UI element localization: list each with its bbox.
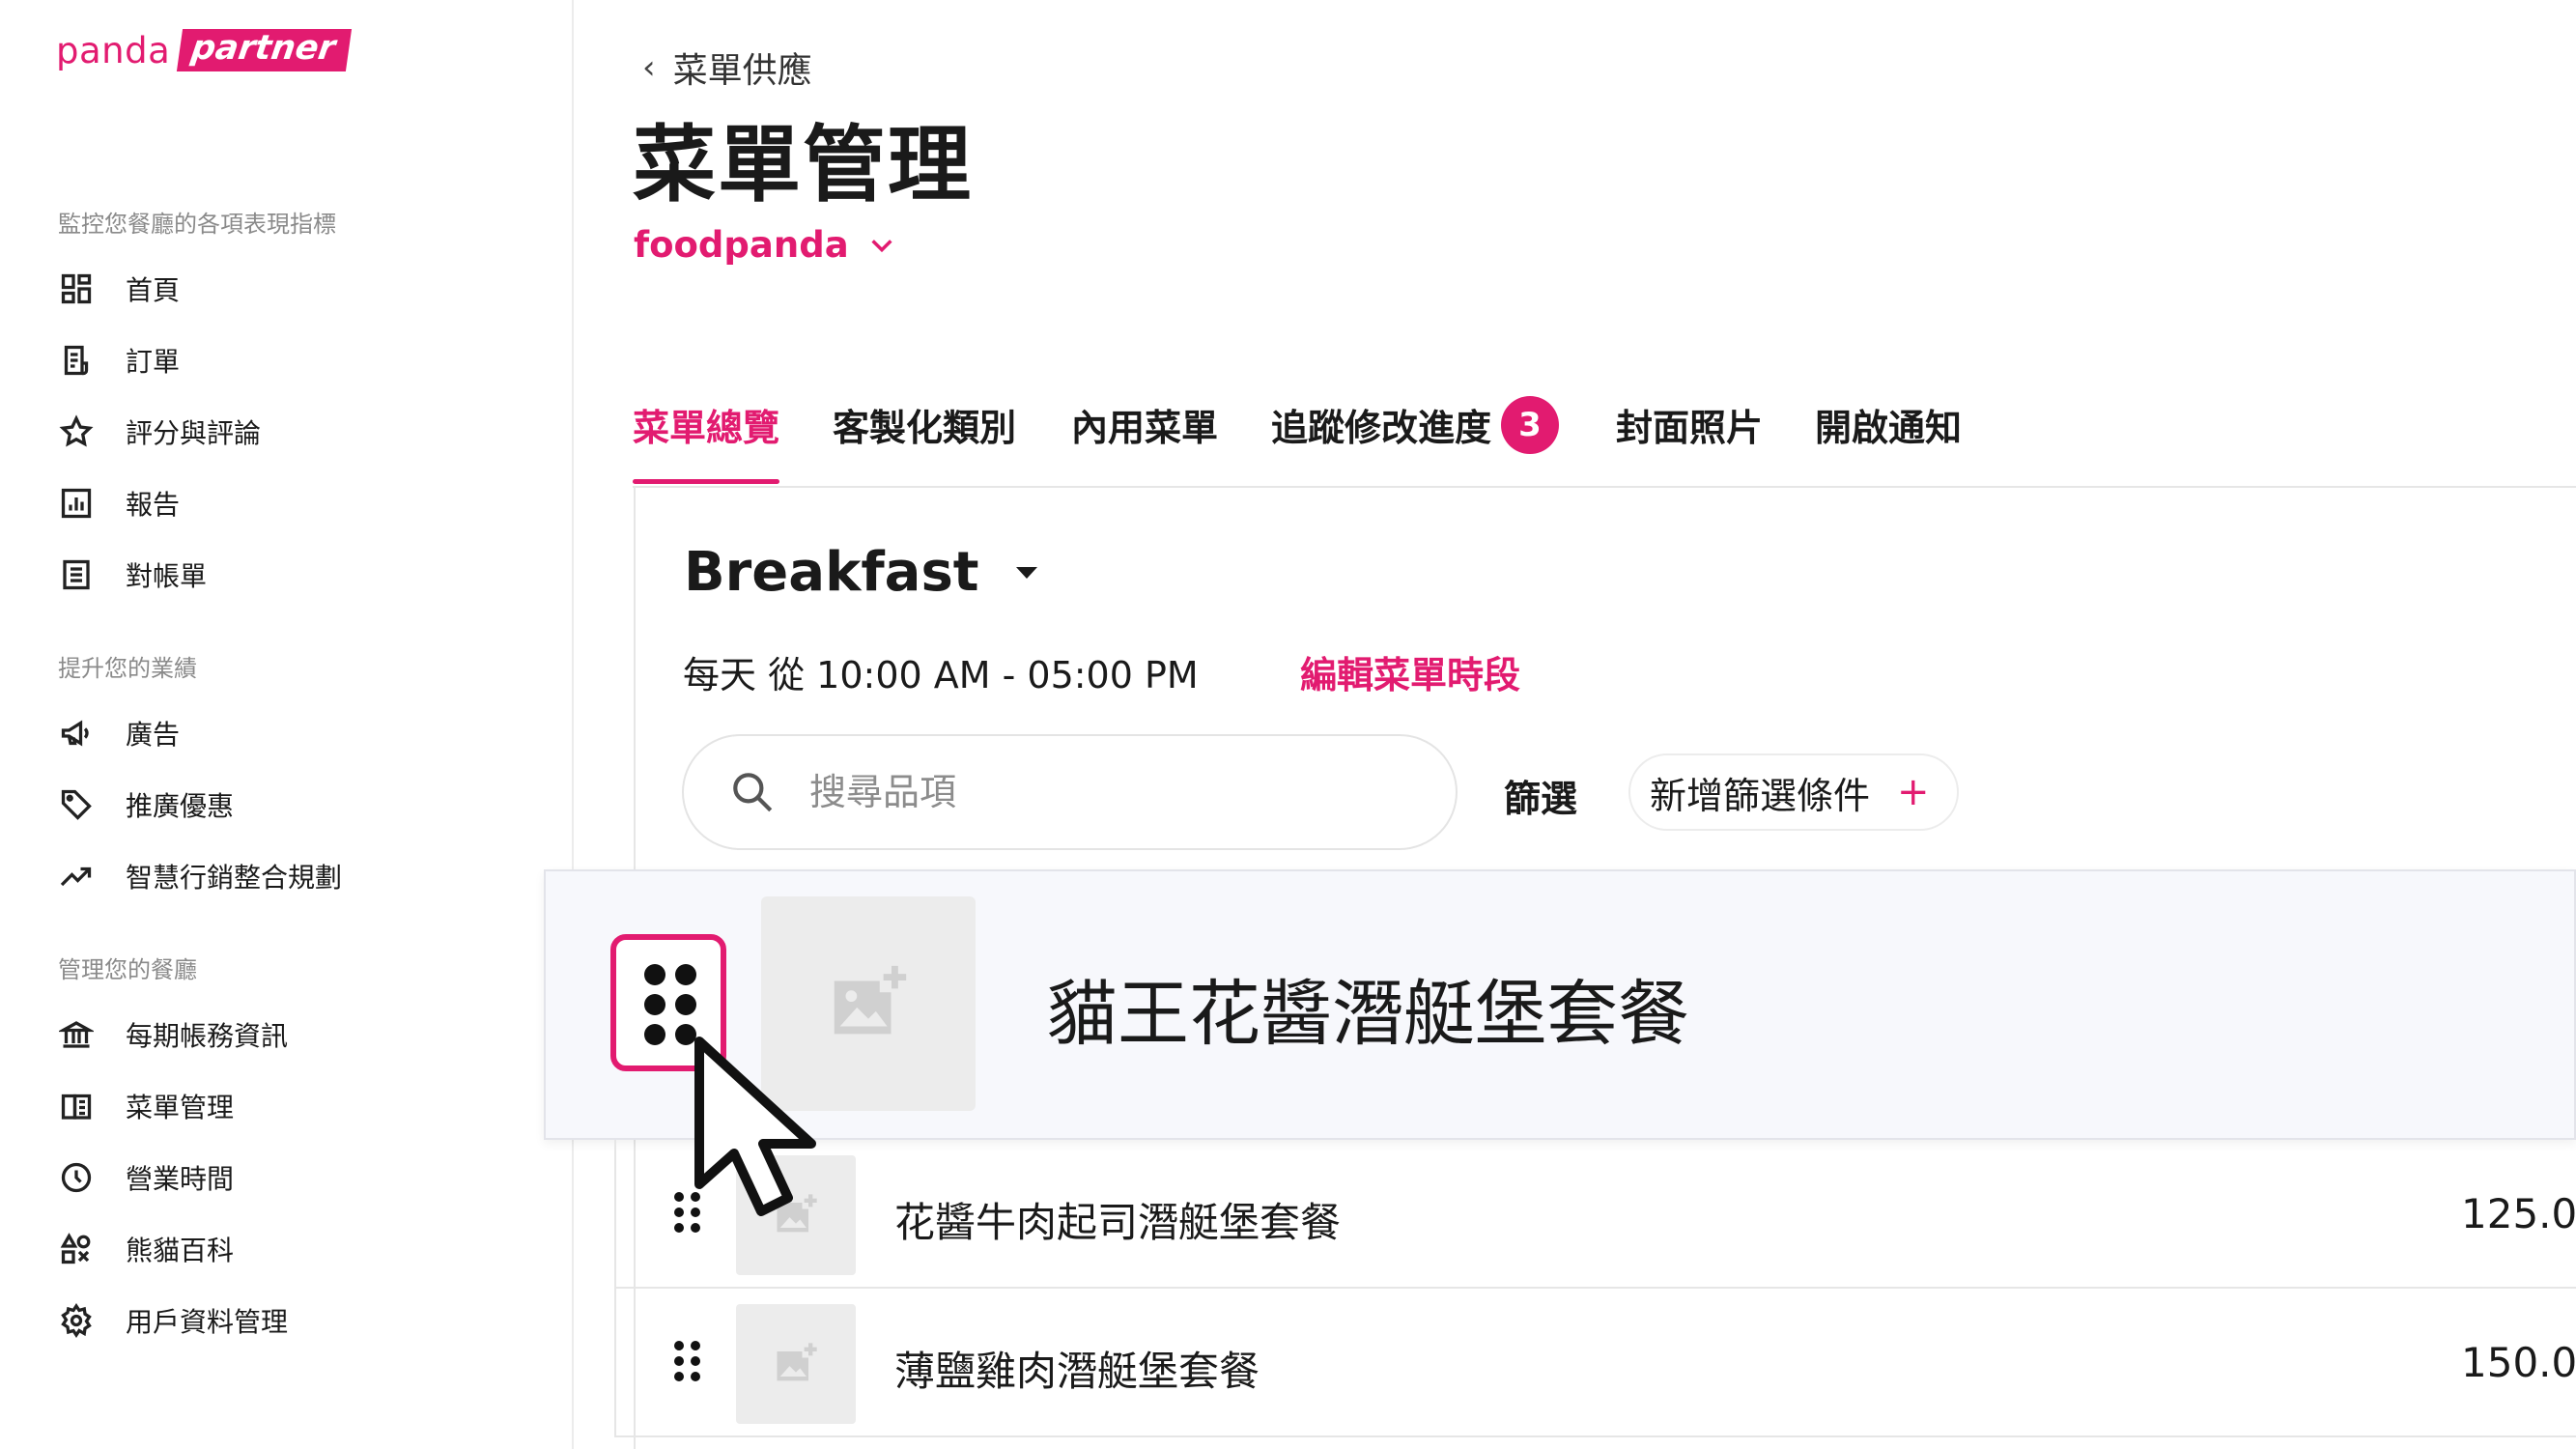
chevron-down-icon [871,239,892,252]
caret-down-icon [1015,566,1037,579]
tab-dine-in-menu[interactable]: 內用菜單 [1071,398,1218,481]
tab-notifications[interactable]: 開啟通知 [1815,398,1962,481]
megaphone-icon [56,713,97,753]
sidebar-section-title: 提升您的業績 [58,655,197,682]
sidebar-item-label: 對帳單 [126,560,208,592]
sidebar-item-label: 營業時間 [126,1163,235,1195]
menu-selector[interactable]: Breakfast [684,541,1037,604]
gear-icon [56,1300,97,1341]
sidebar-item-smart-marketing[interactable]: 智慧行銷整合規劃 [56,852,520,900]
shapes-icon [56,1229,97,1269]
brand-name: panda [56,29,171,71]
tab-track-changes[interactable]: 追蹤修改進度 3 [1271,395,1560,481]
item-price: 150.00 [2461,1339,2576,1386]
sidebar: panda partner 監控您餐廳的各項表現指標 首頁 訂單 評分與評論 報… [0,0,574,1449]
item-name: 薄鹽雞肉潛艇堡套餐 [894,1348,1260,1395]
plus-icon: + [1897,770,1930,814]
tag-icon [56,784,97,825]
brand-tag: partner [177,29,352,71]
menu-hours: 每天 從 10:00 AM - 05:00 PM [683,654,1199,696]
document-icon [56,554,97,595]
sidebar-item-label: 熊貓百科 [126,1235,235,1266]
sidebar-item-statements[interactable]: 對帳單 [56,551,520,599]
add-image-icon [777,1343,817,1381]
item-name: 花醬牛肉起司潛艇堡套餐 [894,1199,1342,1246]
sidebar-item-label: 評分與評論 [126,417,262,449]
table-row[interactable]: 薄鹽雞肉潛艇堡套餐 150.00 [614,1289,2576,1437]
menu-name: Breakfast [684,541,979,604]
search-input[interactable] [809,771,1389,813]
sidebar-item-reports[interactable]: 報告 [56,479,520,527]
sidebar-item-home[interactable]: 首頁 [56,265,520,313]
drag-handle-icon[interactable] [674,1341,703,1383]
mouse-cursor-icon [694,1037,816,1216]
sidebar-item-billing[interactable]: 每期帳務資訊 [56,1010,520,1059]
sidebar-item-label: 廣告 [126,719,181,751]
tab-customization[interactable]: 客製化類別 [833,398,1016,481]
table-row[interactable]: 花醬牛肉起司潛艇堡套餐 125.00 [614,1140,2576,1289]
breadcrumb-label: 菜單供應 [672,51,812,91]
item-price: 125.00 [2461,1190,2576,1237]
sidebar-item-menu-management[interactable]: 菜單管理 [56,1082,520,1130]
tab-label: 追蹤修改進度 [1271,407,1492,449]
search-icon [733,773,773,812]
sidebar-item-panda-wiki[interactable]: 熊貓百科 [56,1225,520,1273]
tab-menu-overview[interactable]: 菜單總覽 [633,398,780,484]
sidebar-item-promotions[interactable]: 推廣優惠 [56,781,520,829]
store-selector[interactable]: foodpanda [634,224,895,266]
brand-logo[interactable]: panda partner [56,29,352,71]
grid-icon [56,269,97,309]
sidebar-section-title: 監控您餐廳的各項表現指標 [58,211,336,238]
store-name: foodpanda [634,224,849,266]
tab-bar: 菜單總覽 客製化類別 內用菜單 追蹤修改進度 3 封面照片 開啟通知 [633,386,2576,488]
sidebar-item-orders[interactable]: 訂單 [56,336,520,384]
sidebar-item-label: 菜單管理 [126,1092,235,1123]
bank-icon [56,1014,97,1055]
sidebar-item-label: 智慧行銷整合規劃 [126,862,343,894]
tab-cover-photo[interactable]: 封面照片 [1616,398,1763,481]
add-photo-placeholder[interactable] [736,1304,856,1424]
chevron-left-icon: ‹ [642,48,656,87]
search-box[interactable] [682,734,1458,850]
item-name: 貓王花醬潛艇堡套餐 [1046,973,1689,1056]
sidebar-section-title: 管理您的餐廳 [58,956,197,983]
edit-menu-hours-link[interactable]: 編輯菜單時段 [1300,645,1520,698]
page-title: 菜單管理 [633,117,973,213]
add-filter-button[interactable]: 新增篩選條件 + [1628,753,1959,831]
sidebar-item-ads[interactable]: 廣告 [56,709,520,757]
trend-up-icon [56,856,97,896]
clock-icon [56,1157,97,1198]
add-filter-label: 新增篩選條件 [1650,774,1871,817]
filter-label: 篩選 [1504,778,1578,820]
sidebar-item-opening-hours[interactable]: 營業時間 [56,1153,520,1202]
bar-chart-icon [56,483,97,524]
sidebar-item-label: 推廣優惠 [126,790,235,822]
sidebar-item-label: 訂單 [126,346,181,378]
sidebar-item-label: 首頁 [126,274,181,306]
star-icon [56,412,97,452]
sidebar-item-user-management[interactable]: 用戶資料管理 [56,1296,520,1345]
sidebar-item-ratings[interactable]: 評分與評論 [56,408,520,456]
sidebar-item-label: 用戶資料管理 [126,1306,289,1338]
menu-book-icon [56,1086,97,1126]
receipt-icon [56,340,97,381]
sidebar-item-label: 報告 [126,489,181,521]
breadcrumb[interactable]: ‹ 菜單供應 [642,43,812,93]
sidebar-item-label: 每期帳務資訊 [126,1020,289,1052]
count-badge: 3 [1501,395,1560,454]
